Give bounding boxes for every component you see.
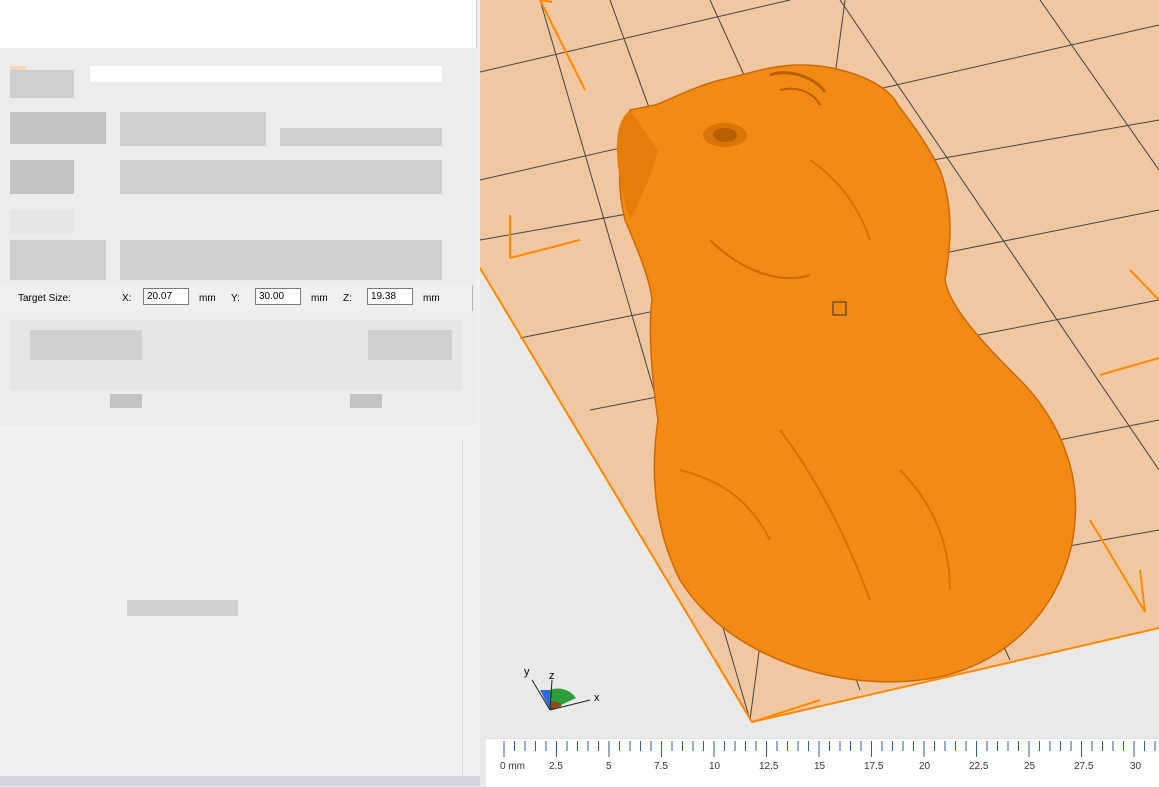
gizmo-y-label: y bbox=[524, 666, 530, 678]
target-size-x-input[interactable] bbox=[143, 288, 189, 305]
blurred-field bbox=[120, 240, 442, 280]
z-label: Z: bbox=[343, 293, 352, 304]
panel-bottom-bar bbox=[0, 776, 480, 786]
axis-gizmo[interactable]: x y z bbox=[520, 660, 610, 720]
ruler-tick-label: 30 bbox=[1130, 761, 1142, 772]
ruler-tick-label: 5 bbox=[606, 761, 612, 772]
model-center-handle[interactable] bbox=[832, 301, 847, 316]
target-size-label: Target Size: bbox=[18, 293, 71, 304]
blurred-label bbox=[10, 112, 106, 144]
ruler-tick-label: 22.5 bbox=[969, 761, 989, 772]
gizmo-x-label: x bbox=[594, 692, 600, 704]
3d-viewport[interactable]: x y z bbox=[480, 0, 1159, 786]
blurred-button[interactable] bbox=[110, 394, 142, 408]
ruler-tick-label: 27.5 bbox=[1074, 761, 1094, 772]
y-unit-label: mm bbox=[311, 293, 328, 304]
ruler-tick-label: 12.5 bbox=[759, 761, 779, 772]
blurred-label bbox=[10, 240, 106, 280]
blurred-text bbox=[127, 600, 238, 616]
x-label: X: bbox=[122, 293, 132, 304]
x-unit-label: mm bbox=[199, 293, 216, 304]
blurred-button[interactable] bbox=[350, 394, 382, 408]
bottom-ruler: 0 mm 2.5 5 7.5 10 12.5 15 17.5 20 22.5 2… bbox=[486, 738, 1159, 787]
blurred-label bbox=[30, 330, 142, 360]
blurred-button[interactable] bbox=[368, 330, 452, 360]
blurred-field bbox=[120, 112, 266, 146]
ruler-tick-label: 7.5 bbox=[654, 761, 668, 772]
target-size-row: Target Size: X: mm Y: mm Z: mm bbox=[0, 285, 473, 311]
target-size-y-input[interactable] bbox=[255, 288, 301, 305]
settings-panel: Target Size: X: mm Y: mm Z: mm bbox=[0, 0, 480, 786]
blurred-label bbox=[10, 210, 74, 234]
target-size-z-input[interactable] bbox=[367, 288, 413, 305]
ruler-tick-label: 25 bbox=[1024, 761, 1036, 772]
blurred-title-field bbox=[90, 66, 442, 82]
blurred-lower-area bbox=[0, 440, 463, 776]
blurred-label bbox=[10, 160, 74, 194]
z-unit-label: mm bbox=[423, 293, 440, 304]
y-label: Y: bbox=[231, 293, 240, 304]
blurred-field bbox=[280, 128, 442, 146]
blurred-field bbox=[120, 160, 442, 194]
ruler-tick-label: 2.5 bbox=[549, 761, 563, 772]
panel-header bbox=[0, 0, 477, 48]
gizmo-z-label: z bbox=[549, 670, 555, 682]
ruler-tick-label: 17.5 bbox=[864, 761, 884, 772]
ruler-unit-label: 0 mm bbox=[500, 761, 525, 772]
blurred-label bbox=[10, 70, 74, 98]
ruler-tick-label: 10 bbox=[709, 761, 721, 772]
ruler-tick-label: 20 bbox=[919, 761, 931, 772]
ruler-tick-label: 15 bbox=[814, 761, 826, 772]
